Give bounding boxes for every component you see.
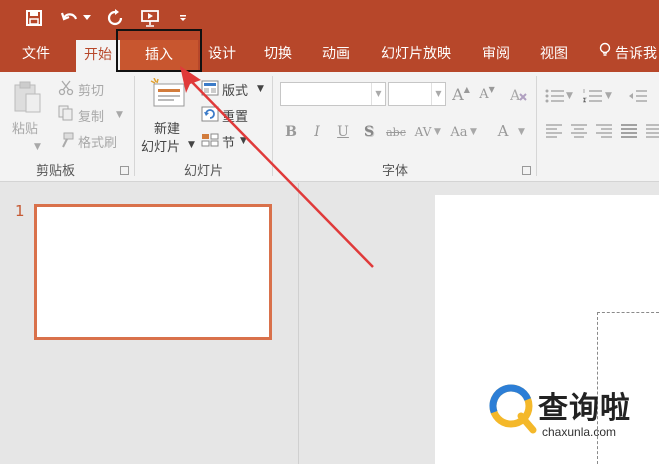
watermark-logo-icon (487, 382, 539, 441)
watermark-url: chaxunla.com (542, 425, 617, 439)
watermark-brand: 查询啦 (538, 391, 631, 426)
